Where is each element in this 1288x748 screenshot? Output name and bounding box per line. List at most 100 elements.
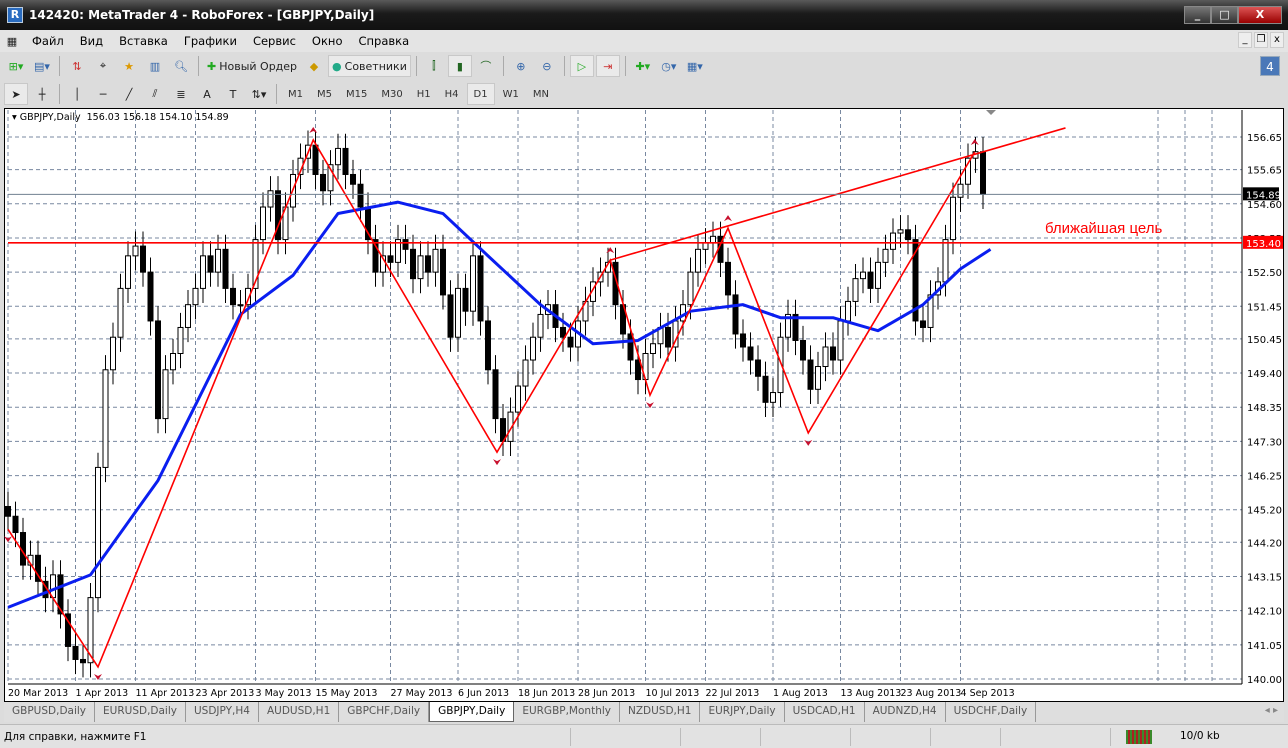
menu-charts[interactable]: Графики (176, 34, 245, 48)
chart-restore-button[interactable]: ❐ (1254, 32, 1268, 48)
timeframe-mn[interactable]: MN (527, 89, 555, 100)
text-icon[interactable]: A (195, 83, 219, 105)
candle (222, 234, 229, 304)
auto-scroll-icon[interactable]: ▷ (569, 55, 594, 77)
candle (890, 218, 896, 264)
menu-view[interactable]: Вид (72, 34, 111, 48)
timeframe-h4[interactable]: H4 (439, 89, 465, 100)
y-tick-label: 156.65 (1247, 133, 1282, 144)
candlestick-icon[interactable]: ▮ (447, 55, 472, 77)
fibonacci-icon[interactable]: ≣ (169, 83, 193, 105)
tab-scroll-arrows[interactable]: ◂ ▸ (1265, 705, 1278, 716)
new-chart-icon[interactable]: ⊞▾ (4, 55, 28, 77)
chart-tab[interactable]: USDCAD,H1 (785, 702, 865, 722)
chart-tab[interactable]: GBPJPY,Daily (429, 702, 515, 722)
timeframe-m1[interactable]: M1 (282, 89, 309, 100)
indicators-icon[interactable]: ✚▾ (631, 55, 655, 77)
chart-tab[interactable]: GBPUSD,Daily (4, 702, 96, 722)
close-button[interactable]: X (1238, 6, 1282, 24)
terminal-icon[interactable]: ▥ (143, 55, 167, 77)
navigator-icon[interactable]: ★ (117, 55, 141, 77)
minimize-button[interactable]: _ (1184, 6, 1211, 24)
alert-icon[interactable]: ◆ (302, 55, 326, 77)
candle (185, 290, 191, 343)
timeframe-w1[interactable]: W1 (497, 89, 525, 100)
bear-candle-body (920, 320, 926, 328)
templates-icon[interactable]: ▦▾ (683, 55, 707, 77)
zoom-out-icon[interactable]: ⊖ (535, 55, 559, 77)
data-window-icon[interactable]: ⌖ (91, 55, 115, 77)
new-order-button[interactable]: ✚ Новый Ордер (204, 55, 300, 77)
chart-tab[interactable]: EURUSD,Daily (95, 702, 186, 722)
bear-candle-body (410, 248, 416, 280)
bull-candle-body (815, 366, 821, 390)
crosshair-icon[interactable]: ┼ (30, 83, 54, 105)
bear-candle-body (140, 245, 146, 273)
bull-candle-body (710, 235, 716, 244)
menu-file[interactable]: Файл (24, 34, 72, 48)
menu-tools[interactable]: Сервис (245, 34, 304, 48)
chart-tab[interactable]: NZDUSD,H1 (620, 702, 701, 722)
timeframe-d1[interactable]: D1 (466, 83, 495, 105)
timeframe-m5[interactable]: M5 (311, 89, 338, 100)
price-chart[interactable]: 156.65155.65154.60153.55152.50151.45150.… (0, 108, 1288, 702)
candle (477, 241, 484, 336)
periods-icon[interactable]: ◷▾ (657, 55, 681, 77)
bar-chart-icon[interactable]: ⫿ (422, 55, 446, 77)
zoom-in-icon[interactable]: ⊕ (509, 55, 533, 77)
timeframe-m15[interactable]: M15 (340, 89, 373, 100)
text-label-icon[interactable]: T (221, 83, 245, 105)
x-tick-label: 23 Apr 2013 (196, 688, 255, 699)
line-chart-icon[interactable]: ⌒ (474, 55, 498, 77)
candle (530, 322, 536, 375)
menu-window[interactable]: Окно (304, 34, 351, 48)
connection-status-icon (1126, 730, 1152, 744)
cursor-icon[interactable]: ➤ (4, 83, 28, 105)
market-watch-icon[interactable]: ⇅ (65, 55, 89, 77)
arrows-icon[interactable]: ⇅▾ (247, 83, 271, 105)
fractal-arrow-icon (606, 247, 615, 254)
equidistant-channel-icon[interactable]: ⫽ (143, 83, 167, 105)
experts-button[interactable]: ● Советники (328, 55, 411, 77)
bull-candle-body (860, 271, 866, 280)
candle (252, 224, 259, 304)
chart-minimize-button[interactable]: _ (1238, 32, 1252, 48)
candle (755, 345, 761, 391)
bull-candle-body (530, 336, 536, 361)
bull-candle-body (837, 320, 844, 361)
bull-candle-body (237, 304, 244, 307)
candle (455, 273, 461, 352)
trendline-icon[interactable]: ╱ (117, 83, 141, 105)
menu-help[interactable]: Справка (350, 34, 417, 48)
bear-candle-body (72, 645, 79, 660)
chart-shift-icon[interactable]: ⇥ (595, 55, 620, 77)
horizontal-line-icon[interactable]: ─ (91, 83, 115, 105)
status-bar: Для справки, нажмите F1 10/0 kb (0, 724, 1288, 748)
menu-insert[interactable]: Вставка (111, 34, 176, 48)
y-tick-label: 148.35 (1247, 403, 1282, 414)
chart-menu-icon[interactable]: ▦ (0, 30, 24, 52)
strategy-tester-icon[interactable]: 🔍︎ (169, 55, 193, 77)
timeframe-m30[interactable]: M30 (375, 89, 408, 100)
candle (965, 143, 971, 199)
x-tick-label: 23 Aug 2013 (901, 688, 962, 699)
chart-close-button[interactable]: x (1270, 32, 1284, 48)
profiles-icon[interactable]: ▤▾ (30, 55, 54, 77)
chart-tab[interactable]: AUDNZD,H4 (865, 702, 946, 722)
chart-tab[interactable]: USDJPY,H4 (186, 702, 259, 722)
bear-candle-body (402, 239, 409, 250)
bull-candle-body (822, 346, 829, 368)
vertical-line-icon[interactable]: │ (65, 83, 89, 105)
chart-tab[interactable]: AUDUSD,H1 (259, 702, 340, 722)
timeframe-h1[interactable]: H1 (411, 89, 437, 100)
chart-tab[interactable]: EURGBP,Monthly (514, 702, 620, 722)
maximize-button[interactable]: □ (1211, 6, 1238, 24)
bear-candle-body (207, 255, 214, 273)
chart-tab[interactable]: EURJPY,Daily (700, 702, 785, 722)
chart-tab[interactable]: GBPCHF,Daily (339, 702, 430, 722)
candle (170, 338, 176, 385)
chart-tab[interactable]: USDCHF,Daily (946, 702, 1037, 722)
bear-candle-body (830, 346, 836, 361)
x-tick-label: 3 May 2013 (256, 688, 312, 699)
notifications-badge[interactable]: 4 (1260, 56, 1280, 76)
